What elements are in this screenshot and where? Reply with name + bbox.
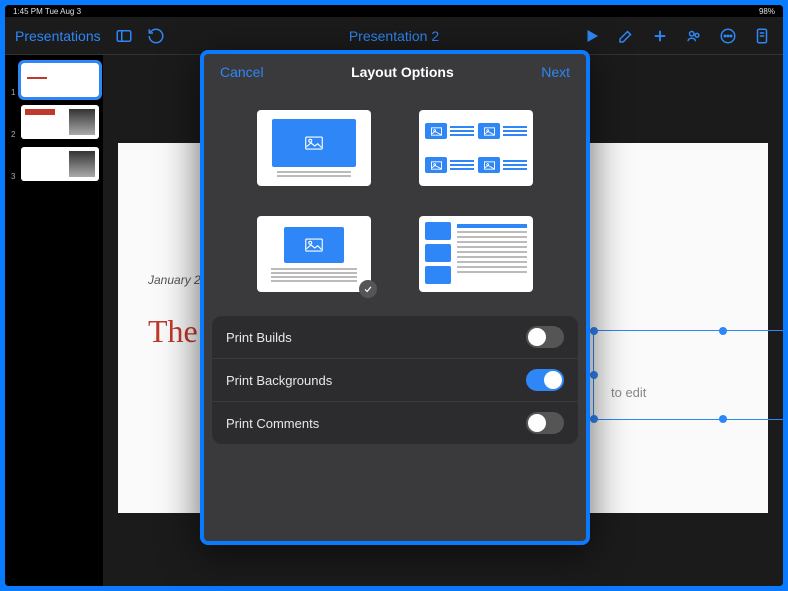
placeholder-text: to edit	[611, 385, 646, 400]
print-settings: Print Builds Print Backgrounds Print Com…	[212, 316, 578, 444]
thumbnail-panel: 1 2 3	[5, 55, 103, 586]
document-icon[interactable]	[753, 27, 771, 45]
thumb-number: 2	[11, 130, 15, 139]
toggle-print-backgrounds[interactable]	[526, 369, 564, 391]
setting-print-comments: Print Comments	[212, 402, 578, 444]
layout-single[interactable]	[257, 110, 371, 186]
thumb-number: 3	[11, 172, 15, 181]
more-icon[interactable]	[719, 27, 737, 45]
toggle-print-comments[interactable]	[526, 412, 564, 434]
modal-title: Layout Options	[351, 64, 454, 80]
slide-thumbnail[interactable]: 2	[21, 105, 99, 139]
toggle-print-builds[interactable]	[526, 326, 564, 348]
layout-with-notes[interactable]	[257, 216, 371, 292]
status-bar: 1:45 PM Tue Aug 3 98%	[5, 5, 783, 17]
layout-options-modal: Cancel Layout Options Next	[200, 50, 590, 545]
play-icon[interactable]	[583, 27, 601, 45]
slide-thumbnail[interactable]: 3	[21, 147, 99, 181]
setting-print-backgrounds: Print Backgrounds	[212, 359, 578, 402]
setting-label: Print Builds	[226, 330, 292, 345]
next-button[interactable]: Next	[541, 64, 570, 80]
status-time: 1:45 PM Tue Aug 3	[13, 7, 81, 16]
collaborate-icon[interactable]	[685, 27, 703, 45]
selection-box[interactable]	[593, 330, 783, 420]
brush-icon[interactable]	[617, 27, 635, 45]
back-button[interactable]: Presentations	[15, 28, 101, 44]
slide-thumbnail[interactable]: 1	[21, 63, 99, 97]
setting-print-builds: Print Builds	[212, 316, 578, 359]
setting-label: Print Backgrounds	[226, 373, 332, 388]
checkmark-icon	[359, 280, 377, 298]
layout-grid	[204, 90, 586, 316]
layout-four-up[interactable]	[419, 110, 533, 186]
thumb-number: 1	[11, 88, 15, 97]
setting-label: Print Comments	[226, 416, 319, 431]
plus-icon[interactable]	[651, 27, 669, 45]
sidebar-toggle-icon[interactable]	[115, 27, 133, 45]
slide-title: The	[148, 313, 198, 350]
modal-header: Cancel Layout Options Next	[204, 54, 586, 90]
undo-icon[interactable]	[147, 27, 165, 45]
layout-outline[interactable]	[419, 216, 533, 292]
status-battery: 98%	[759, 7, 775, 16]
cancel-button[interactable]: Cancel	[220, 64, 264, 80]
